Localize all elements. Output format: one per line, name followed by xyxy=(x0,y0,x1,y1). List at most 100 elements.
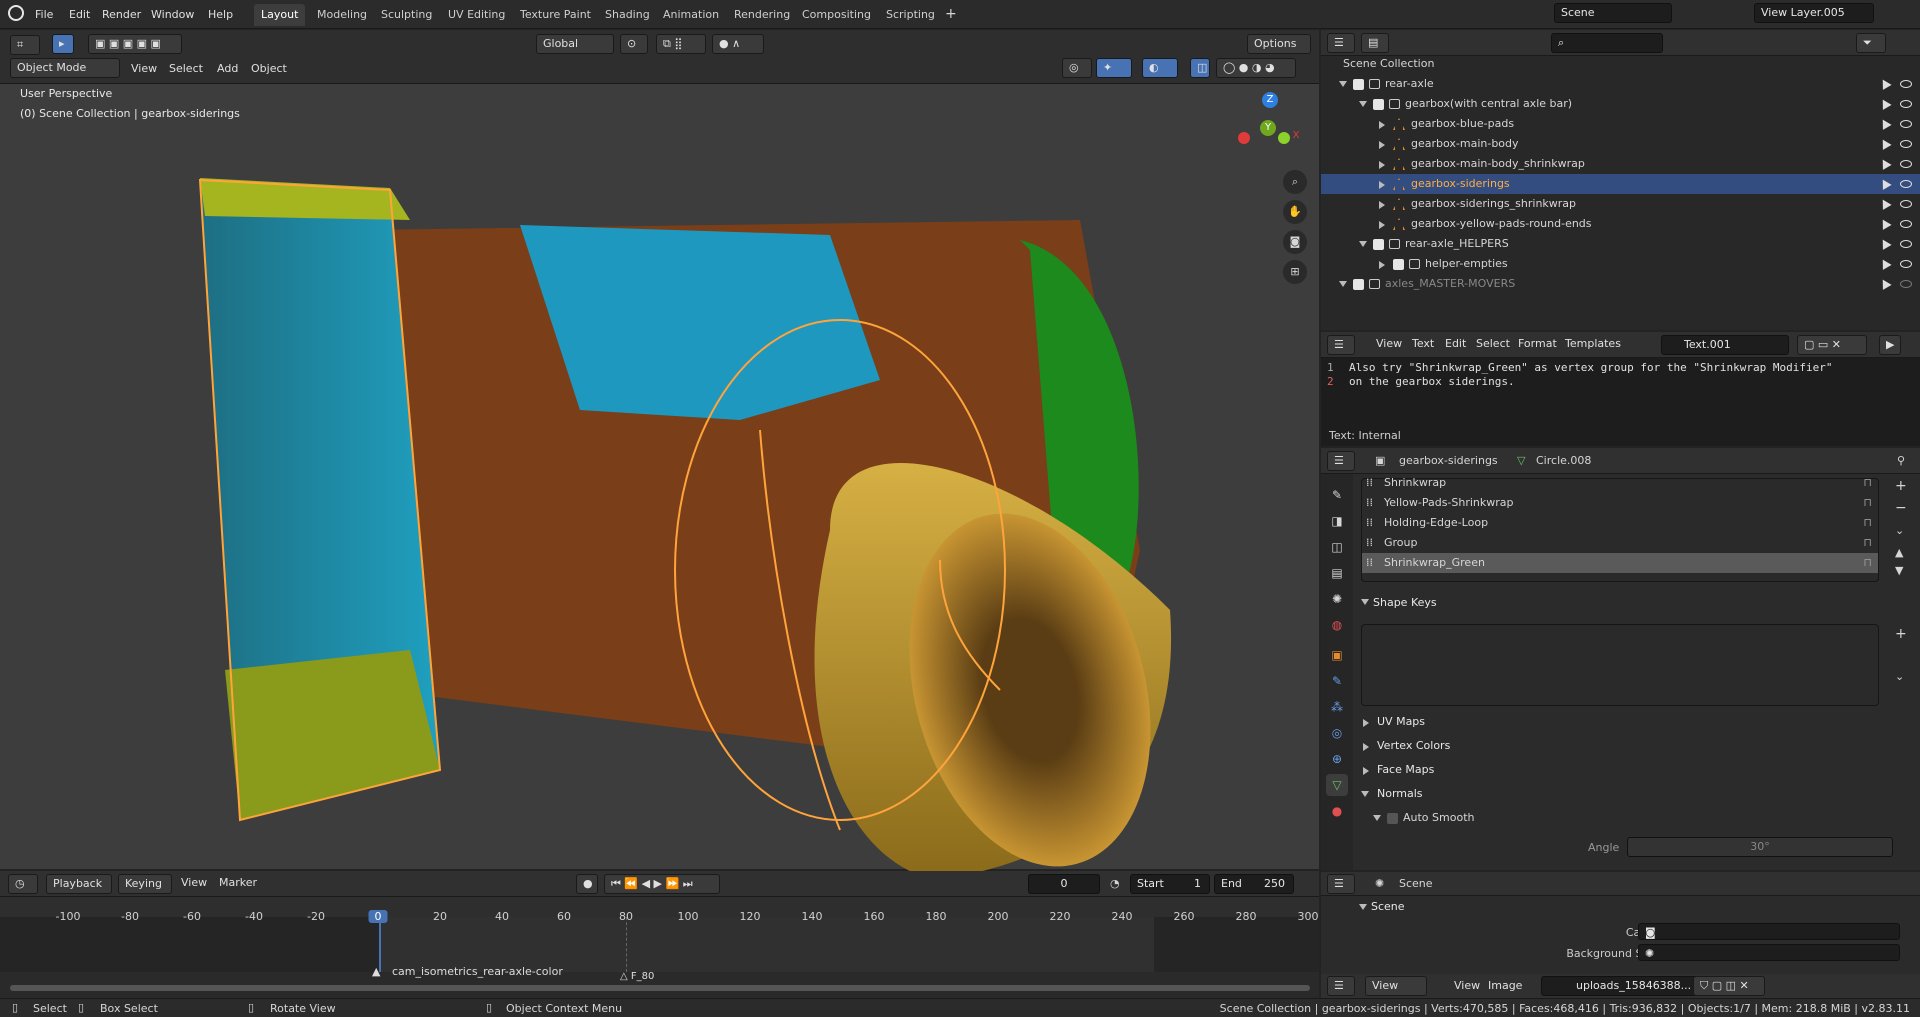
current-frame-field[interactable]: 0 xyxy=(1028,874,1100,894)
tab-layout[interactable]: Layout xyxy=(254,4,306,26)
timeline-keying-menu[interactable]: Keying xyxy=(118,874,172,894)
tab-uv-editing[interactable]: UV Editing xyxy=(441,4,512,26)
gizmo-z-axis[interactable]: Z xyxy=(1262,92,1278,108)
gearbox-render[interactable] xyxy=(180,130,1180,890)
collection-checkbox[interactable] xyxy=(1373,99,1384,110)
vertex-group-item[interactable]: ⁞⁞ Holding-Edge-Loop ⊓ xyxy=(1362,513,1878,533)
vg-add-icon[interactable]: + xyxy=(1895,478,1907,494)
text-menu-text[interactable]: Text xyxy=(1409,335,1437,353)
text-menu-format[interactable]: Format xyxy=(1515,335,1560,353)
world-tab-icon[interactable]: ◍ xyxy=(1326,614,1348,636)
physics-tab-icon[interactable]: ◎ xyxy=(1326,722,1348,744)
outliner-row[interactable]: helper-empties xyxy=(1321,254,1920,274)
render-tab-icon[interactable]: ◨ xyxy=(1326,510,1348,532)
object-mode-selector[interactable]: Object Mode xyxy=(10,58,120,78)
selectable-cursor-icon[interactable] xyxy=(1878,177,1892,190)
visibility-eye-icon[interactable] xyxy=(1900,160,1912,168)
text-menu-view[interactable]: View xyxy=(1373,335,1405,353)
transform-orientation[interactable]: Global xyxy=(536,34,614,54)
visibility-eye-icon[interactable] xyxy=(1900,120,1912,128)
normals-header[interactable]: Normals xyxy=(1377,787,1423,800)
output-tab-icon[interactable]: ◫ xyxy=(1326,536,1348,558)
outliner-row[interactable]: gearbox-main-body xyxy=(1321,134,1920,154)
selectable-cursor-icon[interactable] xyxy=(1878,257,1892,270)
vertex-colors-expand-icon[interactable] xyxy=(1363,743,1369,751)
visibility-eye-icon[interactable] xyxy=(1900,80,1912,88)
tab-sculpting[interactable]: Sculpting xyxy=(374,4,439,26)
expand-icon[interactable] xyxy=(1379,221,1385,229)
menu-help[interactable]: Help xyxy=(205,6,236,24)
visibility-eye-icon[interactable] xyxy=(1900,260,1912,268)
normals-expand-icon[interactable] xyxy=(1361,791,1369,797)
gizmo-neg-y[interactable] xyxy=(1278,132,1290,144)
text-datablock-selector[interactable]: Text.001 xyxy=(1661,335,1789,355)
auto-smooth-expand-icon[interactable] xyxy=(1373,815,1381,821)
timeline-marker-menu[interactable]: Marker xyxy=(216,874,260,892)
gizmo-toggle-button[interactable]: ✦ xyxy=(1096,58,1132,78)
expand-icon[interactable] xyxy=(1339,81,1347,87)
pivot-button[interactable]: ⊙ xyxy=(620,34,648,54)
expand-icon[interactable] xyxy=(1359,101,1367,107)
text-editor-type[interactable]: ☰ xyxy=(1327,335,1355,355)
vertex-group-lock-icon[interactable]: ⊓ xyxy=(1863,533,1872,553)
auto-smooth-checkbox[interactable] xyxy=(1387,813,1398,824)
tab-modeling[interactable]: Modeling xyxy=(310,4,374,26)
add-workspace-icon[interactable]: + xyxy=(945,6,957,22)
constraints-tab-icon[interactable]: ⊕ xyxy=(1326,748,1348,770)
expand-icon[interactable] xyxy=(1379,181,1385,189)
timeline-playback-menu[interactable]: Playback xyxy=(46,874,112,894)
outliner-display-mode[interactable]: ▤ xyxy=(1361,33,1389,53)
scene-editor-type[interactable]: ☰ xyxy=(1327,874,1355,894)
visibility-eye-icon[interactable] xyxy=(1900,100,1912,108)
outliner-row[interactable]: rear-axle xyxy=(1321,74,1920,94)
selectable-cursor-icon[interactable] xyxy=(1878,117,1892,130)
zoom-icon[interactable]: ⌕ xyxy=(1283,170,1307,194)
collection-checkbox[interactable] xyxy=(1353,279,1364,290)
outliner-row[interactable]: rear-axle_HELPERS xyxy=(1321,234,1920,254)
tab-compositing[interactable]: Compositing xyxy=(795,4,878,26)
navigation-gizmo[interactable]: Z Y X xyxy=(1230,90,1310,170)
image-editor-type[interactable]: ☰ xyxy=(1327,976,1355,996)
menu-render[interactable]: Render xyxy=(99,6,144,24)
text-menu-select[interactable]: Select xyxy=(1473,335,1513,353)
image-menu-image[interactable]: Image xyxy=(1485,977,1525,995)
visibility-eye-icon[interactable] xyxy=(1900,200,1912,208)
text-line-2[interactable]: on the gearbox siderings. xyxy=(1349,375,1515,388)
visibility-eye-icon[interactable] xyxy=(1900,280,1912,288)
shape-keys-list[interactable] xyxy=(1361,624,1879,706)
angle-field[interactable]: 30° xyxy=(1627,837,1893,857)
outliner-row[interactable]: axles_MASTER-MOVERS xyxy=(1321,274,1920,294)
preview-range-icon[interactable]: ◔ xyxy=(1110,877,1120,890)
collection-checkbox[interactable] xyxy=(1373,239,1384,250)
face-maps-expand-icon[interactable] xyxy=(1363,767,1369,775)
select-tool-button[interactable]: ▸ xyxy=(52,34,74,54)
vertex-group-item[interactable]: ⁞⁞ Yellow-Pads-Shrinkwrap ⊓ xyxy=(1362,493,1878,513)
tab-shading[interactable]: Shading xyxy=(598,4,657,26)
visibility-eye-icon[interactable] xyxy=(1900,220,1912,228)
expand-icon[interactable] xyxy=(1379,161,1385,169)
uv-maps-expand-icon[interactable] xyxy=(1363,719,1369,727)
view-layer-selector[interactable]: View Layer.005 xyxy=(1754,3,1874,23)
vertex-group-lock-icon[interactable]: ⊓ xyxy=(1863,473,1872,493)
background-scene-field[interactable]: ✺ xyxy=(1638,944,1900,961)
visibility-eye-icon[interactable] xyxy=(1900,240,1912,248)
vertex-colors-header[interactable]: Vertex Colors xyxy=(1377,739,1450,752)
scene-selector[interactable]: Scene xyxy=(1554,3,1672,23)
uv-maps-header[interactable]: UV Maps xyxy=(1377,715,1425,728)
tab-animation[interactable]: Animation xyxy=(656,4,726,26)
options-button[interactable]: Options xyxy=(1247,34,1311,54)
selectable-cursor-icon[interactable] xyxy=(1878,277,1892,290)
gizmo-neg-x[interactable] xyxy=(1238,132,1250,144)
visibility-eye-icon[interactable] xyxy=(1900,140,1912,148)
selection-mode-buttons[interactable]: ▣ ▣ ▣ ▣ ▣ xyxy=(88,34,182,54)
expand-icon[interactable] xyxy=(1339,281,1347,287)
selectable-cursor-icon[interactable] xyxy=(1878,197,1892,210)
outliner-row[interactable]: gearbox-yellow-pads-round-ends xyxy=(1321,214,1920,234)
face-maps-header[interactable]: Face Maps xyxy=(1377,763,1434,776)
viewport-menu-object[interactable]: Object xyxy=(248,60,290,78)
scene-section-header[interactable]: Scene xyxy=(1371,900,1405,913)
record-button[interactable]: ● xyxy=(576,874,598,894)
outliner-row[interactable]: gearbox-siderings_shrinkwrap xyxy=(1321,194,1920,214)
xray-toggle-button[interactable]: ◫ xyxy=(1190,58,1210,78)
end-frame-field[interactable]: End 250 xyxy=(1214,874,1294,894)
